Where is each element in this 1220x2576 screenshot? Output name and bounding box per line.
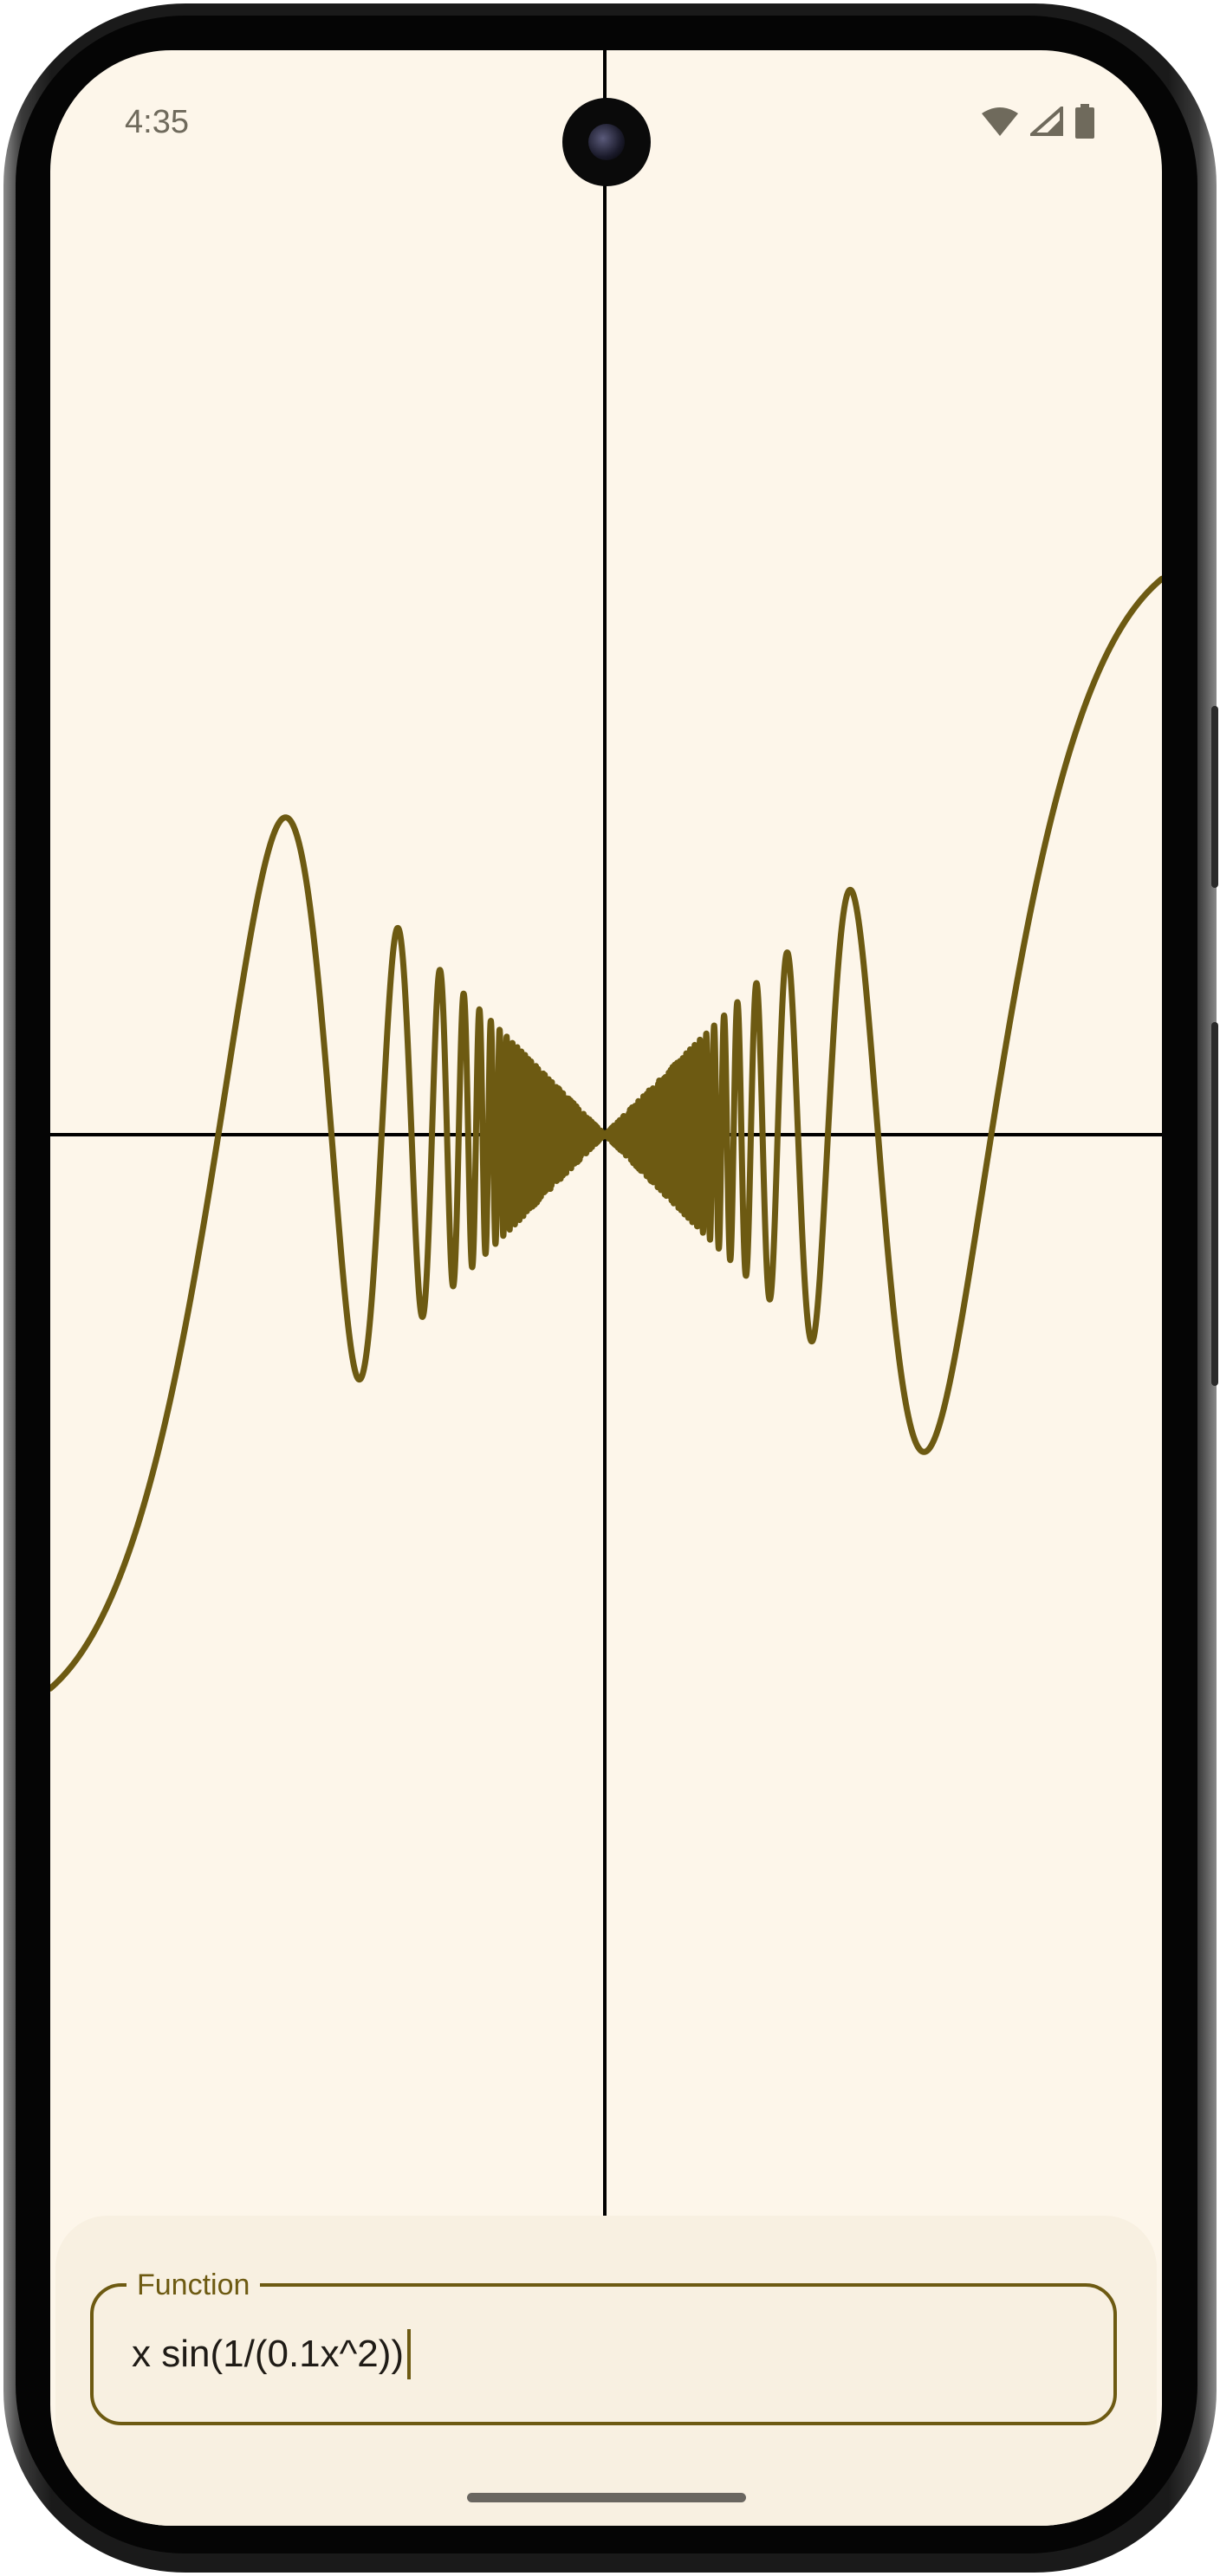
wifi-icon xyxy=(982,107,1018,136)
front-camera xyxy=(562,98,651,186)
camera-lens xyxy=(588,124,625,160)
function-field-label: Function xyxy=(127,2264,261,2306)
battery-icon xyxy=(1075,104,1094,139)
function-input[interactable]: x sin(1/(0.1x^2)) xyxy=(132,2328,412,2380)
text-caret xyxy=(407,2329,412,2379)
function-graph[interactable] xyxy=(50,50,1162,2526)
status-time: 4:35 xyxy=(125,104,189,140)
function-input-text[interactable]: x sin(1/(0.1x^2)) xyxy=(132,2328,404,2380)
volume-button xyxy=(1211,1022,1218,1386)
function-field[interactable]: Function x sin(1/(0.1x^2)) xyxy=(90,2264,1117,2425)
screen: 4:35 Function x sin(1/(0.1x^2)) xyxy=(50,50,1162,2526)
power-button xyxy=(1211,706,1218,888)
function-sheet: Function x sin(1/(0.1x^2)) xyxy=(55,2216,1157,2526)
status-icons xyxy=(982,104,1094,139)
home-indicator[interactable] xyxy=(467,2493,746,2502)
signal-icon xyxy=(1030,107,1063,136)
